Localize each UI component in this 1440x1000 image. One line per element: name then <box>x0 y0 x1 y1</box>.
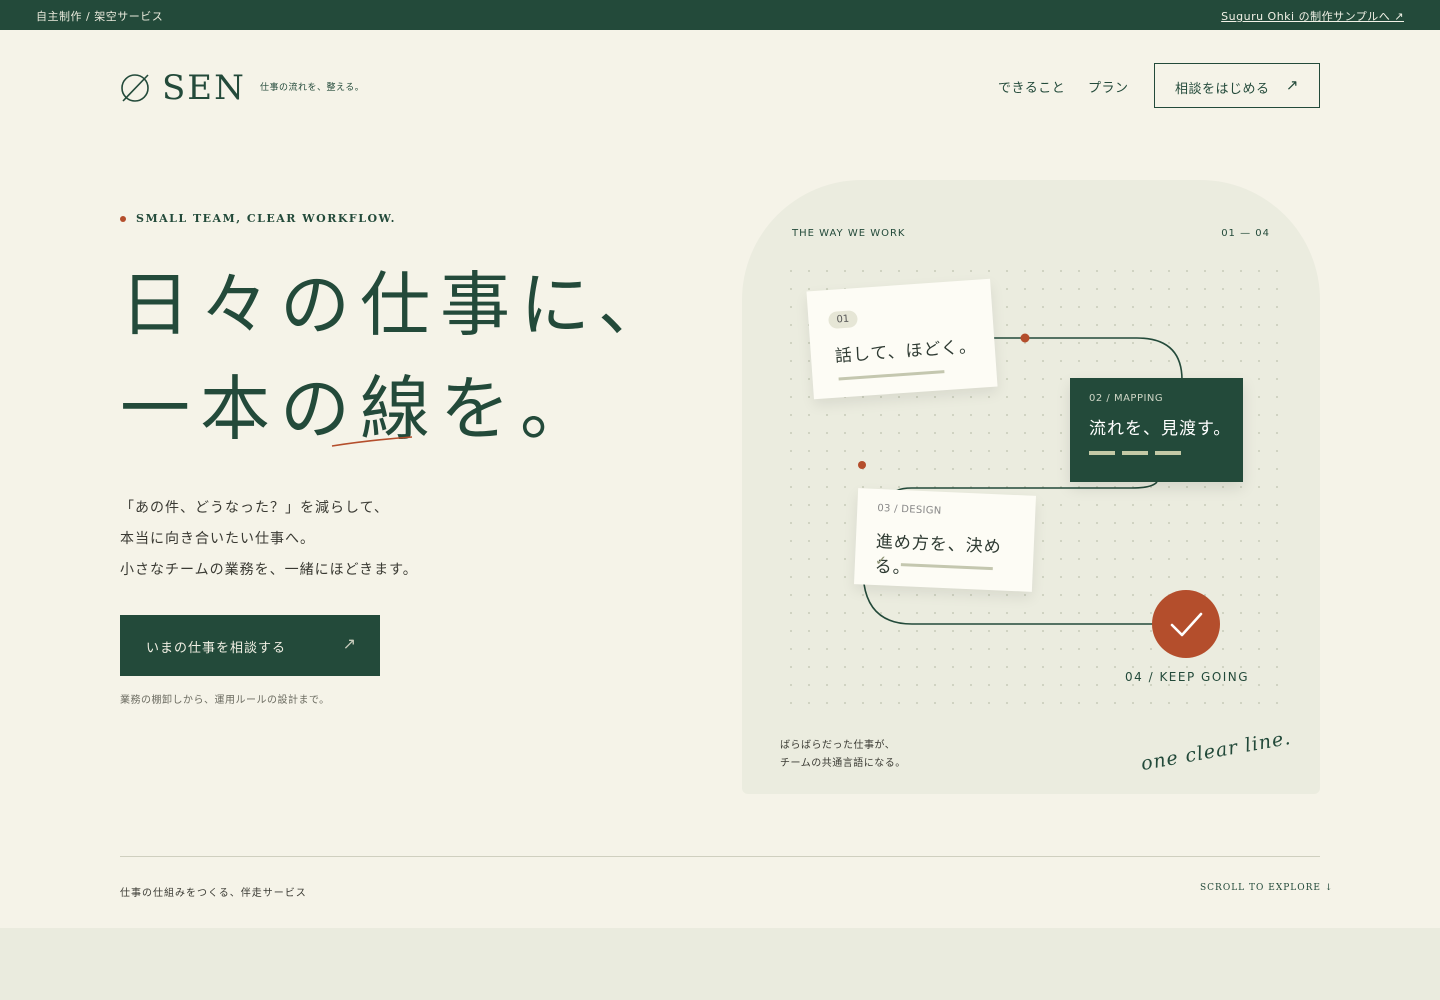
dash-line <box>1155 451 1181 455</box>
step-4-label: 04 / KEEP GOING <box>1125 670 1250 684</box>
step-label: 03 / DESIGN <box>877 503 942 517</box>
panel-caption-line2: チームの共通言語になる。 <box>780 758 906 769</box>
section-divider <box>120 856 1320 857</box>
accent-dot-icon <box>120 215 126 222</box>
panel-step-count: 01 — 04 <box>1221 228 1270 239</box>
workflow-diagram <box>782 264 1282 704</box>
portfolio-link[interactable]: Suguru Ohki の制作サンプルへ ↗ <box>1221 8 1404 24</box>
workflow-panel: THE WAY WE WORK 01 — 04 01 話して、ほどく。 02 /… <box>742 180 1320 794</box>
hero-body-line3: 小さなチームの業務を、一緒にほどきます。 <box>120 562 418 578</box>
hero-body-line1: 「あの件、どうなった？」を減らして、 <box>120 500 389 516</box>
hero-title-part-c: を。 <box>440 368 600 450</box>
eyebrow-text: SMALL TEAM, CLEAR WORKFLOW. <box>136 212 397 225</box>
nav-item-features[interactable]: できること <box>998 77 1065 96</box>
hero-eyebrow: SMALL TEAM, CLEAR WORKFLOW. <box>120 212 396 225</box>
next-section-band <box>0 928 1440 1000</box>
cta-note: 業務の棚卸しから、運用ルールの設計まで。 <box>120 695 330 706</box>
step-title: 流れを、見渡す。 <box>1089 419 1232 439</box>
step-card-1: 01 話して、ほどく。 <box>806 278 998 400</box>
step-title: 話して、ほどく。 <box>834 336 978 367</box>
panel-header-label: THE WAY WE WORK <box>792 228 906 239</box>
logo[interactable]: SEN <box>120 68 246 108</box>
step-card-2: 02 / MAPPING 流れを、見渡す。 <box>1070 378 1243 482</box>
top-bar: 自主制作 / 架空サービス Suguru Ohki の制作サンプルへ ↗ <box>0 0 1440 30</box>
scroll-to-explore-link[interactable]: SCROLL TO EXPLORE ↓ <box>1200 883 1333 893</box>
check-icon: ✓ <box>874 552 888 570</box>
logo-mark-icon <box>121 74 149 102</box>
step-label: 02 / MAPPING <box>1089 393 1164 404</box>
consult-button[interactable]: 相談をはじめる ↗ <box>1154 63 1320 108</box>
dash-line <box>1122 451 1148 455</box>
nav-item-plans[interactable]: プラン <box>1088 77 1129 96</box>
hero-body-line2: 本当に向き合いたい仕事へ。 <box>120 531 315 547</box>
title-underline-stroke <box>331 436 413 447</box>
panel-caption-line1: ばらばらだった仕事が、 <box>780 740 896 751</box>
arrow-up-right-icon: ↗ <box>1285 76 1299 94</box>
hero-title-line1: 日々の仕事に、 <box>120 264 678 346</box>
footer-tagline: 仕事の仕組みをつくる、伴走サービス <box>120 888 307 899</box>
cta-button-label: いまの仕事を相談する <box>146 641 287 656</box>
dash-line <box>1089 451 1115 455</box>
brand-tagline: 仕事の流れを、整える。 <box>260 83 365 93</box>
step-title: 進め方を、決める。 <box>874 531 1003 579</box>
consult-button-label: 相談をはじめる <box>1175 82 1270 97</box>
brand-name: SEN <box>162 68 246 108</box>
cta-button[interactable]: いまの仕事を相談する ↗ <box>120 615 380 676</box>
complete-check-icon <box>1152 590 1220 658</box>
placeholder-line <box>838 370 945 381</box>
step-number-badge: 01 <box>827 310 858 330</box>
arrow-up-right-icon: ↗ <box>342 634 356 653</box>
top-bar-label: 自主制作 / 架空サービス <box>36 10 164 23</box>
step-card-3: 03 / DESIGN 進め方を、決める。 ✓ <box>853 488 1037 592</box>
hero-title-part-a: 一本の <box>120 368 360 450</box>
